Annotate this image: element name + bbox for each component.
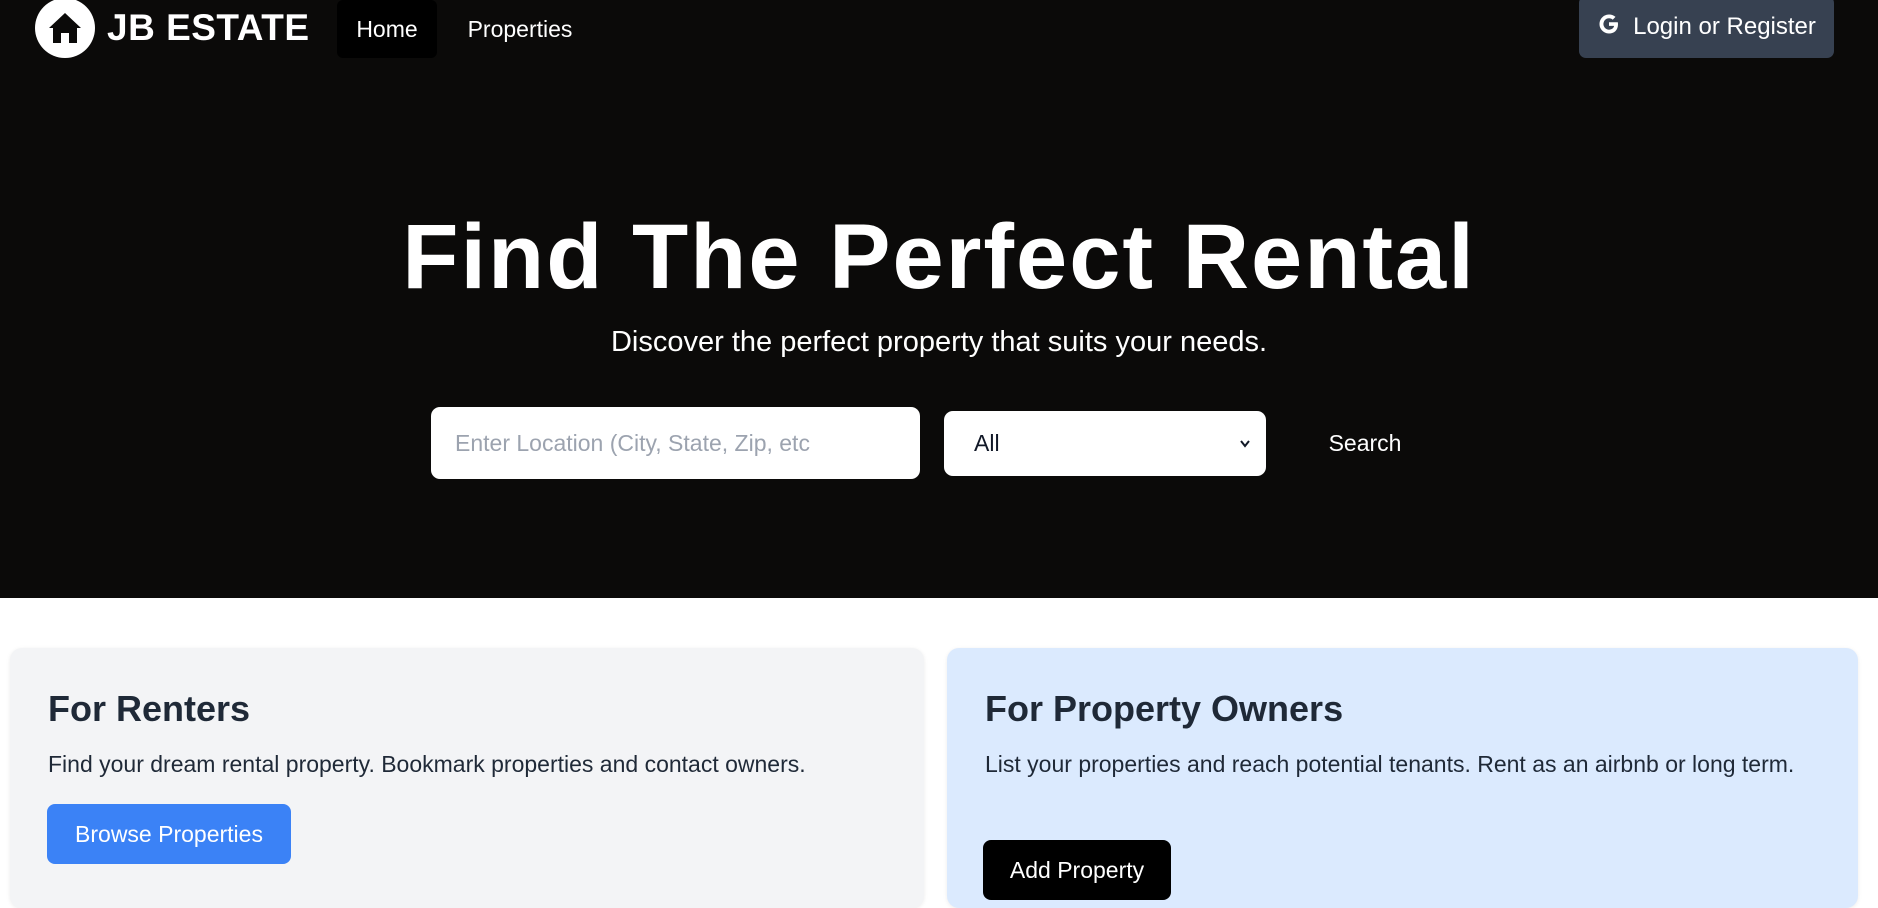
nav-properties-link[interactable]: Properties: [460, 0, 580, 58]
search-button[interactable]: Search: [1300, 411, 1430, 476]
renters-card: For Renters Find your dream rental prope…: [10, 648, 924, 908]
login-register-button[interactable]: Login or Register: [1579, 0, 1834, 58]
renters-title: For Renters: [48, 688, 251, 729]
google-icon: [1597, 12, 1621, 43]
chevron-down-icon: [1238, 433, 1252, 461]
renters-description: Find your dream rental property. Bookmar…: [48, 751, 806, 777]
owners-title: For Property Owners: [985, 688, 1344, 729]
browse-properties-button[interactable]: Browse Properties: [47, 804, 291, 864]
hero-section: JB ESTATE Home Properties Login or Regis…: [0, 0, 1878, 598]
brand-logo[interactable]: JB ESTATE: [35, 0, 310, 58]
add-property-button[interactable]: Add Property: [983, 840, 1171, 900]
hero-subtitle: Discover the perfect property that suits…: [610, 326, 1268, 358]
house-icon: [35, 0, 95, 58]
location-search-input[interactable]: [431, 407, 920, 479]
nav-home-link[interactable]: Home: [337, 0, 437, 58]
property-type-select[interactable]: All: [944, 411, 1266, 476]
login-register-label: Login or Register: [1633, 13, 1816, 40]
property-type-value: All: [974, 430, 1000, 456]
owners-description: List your properties and reach potential…: [985, 751, 1795, 777]
brand-name: JB ESTATE: [107, 7, 310, 48]
owners-card: For Property Owners List your properties…: [947, 648, 1858, 908]
hero-title: Find The Perfect Rental: [402, 206, 1476, 308]
